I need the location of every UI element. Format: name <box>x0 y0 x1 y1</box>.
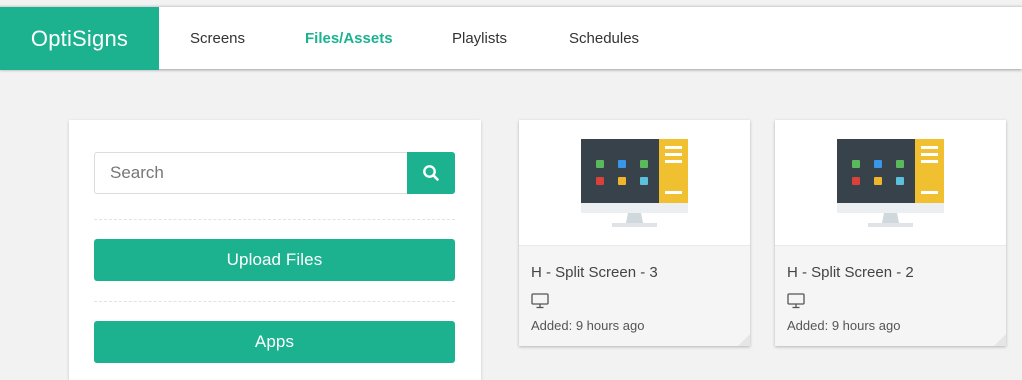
nav-schedules[interactable]: Schedules <box>569 7 639 70</box>
nav-files-assets[interactable]: Files/Assets <box>305 7 393 70</box>
search-input[interactable] <box>94 152 408 194</box>
search-icon <box>423 165 439 181</box>
sidebar-divider <box>94 219 455 220</box>
asset-thumbnail[interactable] <box>775 120 1006 245</box>
upload-files-button[interactable]: Upload Files <box>94 239 455 281</box>
asset-added-time: Added: 9 hours ago <box>531 318 645 333</box>
asset-card[interactable]: H - Split Screen - 2 Added: 9 hours ago <box>775 120 1006 346</box>
sidebar-divider <box>94 301 455 302</box>
split-screen-monitor-icon <box>837 139 944 227</box>
card-corner-fold <box>738 334 750 346</box>
asset-title[interactable]: H - Split Screen - 3 <box>531 264 658 281</box>
asset-title[interactable]: H - Split Screen - 2 <box>787 264 914 281</box>
nav-screens[interactable]: Screens <box>190 7 245 70</box>
asset-added-time: Added: 9 hours ago <box>787 318 901 333</box>
search-button[interactable] <box>407 152 455 194</box>
top-navbar: OptiSigns Screens Files/Assets Playlists… <box>0 6 1022 70</box>
brand-logo[interactable]: OptiSigns <box>0 7 159 70</box>
monitor-icon <box>787 293 805 309</box>
asset-info: H - Split Screen - 2 Added: 9 hours ago <box>775 245 1006 346</box>
nav-playlists[interactable]: Playlists <box>452 7 507 70</box>
monitor-icon <box>531 293 549 309</box>
asset-thumbnail[interactable] <box>519 120 750 245</box>
asset-info: H - Split Screen - 3 Added: 9 hours ago <box>519 245 750 346</box>
card-corner-fold <box>994 334 1006 346</box>
split-screen-monitor-icon <box>581 139 688 227</box>
sidebar-panel: Upload Files Apps <box>69 120 481 380</box>
apps-button[interactable]: Apps <box>94 321 455 363</box>
asset-card[interactable]: H - Split Screen - 3 Added: 9 hours ago <box>519 120 750 346</box>
